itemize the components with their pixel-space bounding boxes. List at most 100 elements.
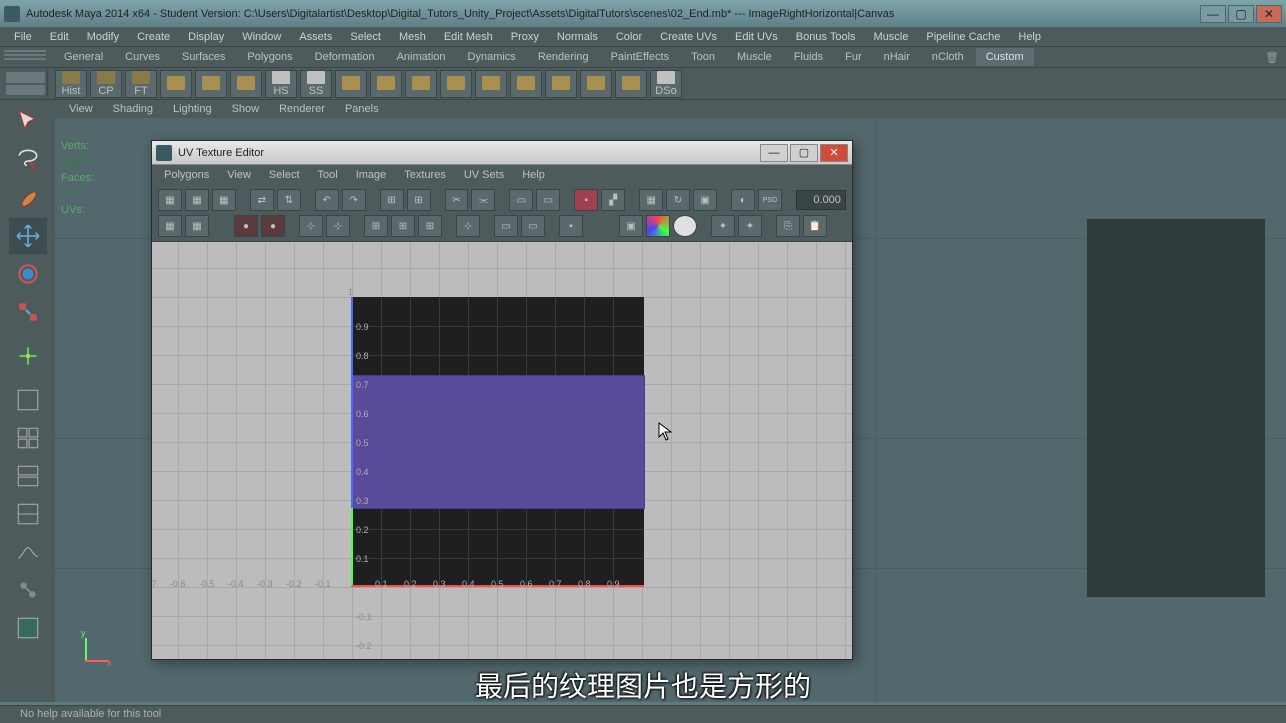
rotate-tool[interactable] (9, 256, 47, 292)
tab-muscle[interactable]: Muscle (727, 48, 782, 66)
menu-color[interactable]: Color (608, 29, 650, 45)
uv-btn-r2-5[interactable]: ⊹ (299, 215, 323, 237)
uv-btn-paste[interactable]: 📋 (803, 215, 827, 237)
shelf-btn-12[interactable] (440, 70, 472, 98)
tab-rendering[interactable]: Rendering (528, 48, 599, 66)
shelf-handle[interactable] (0, 47, 50, 67)
uvmenu-select[interactable]: Select (261, 167, 308, 183)
uv-btn-layout1[interactable]: ▭ (509, 189, 533, 211)
menu-mesh[interactable]: Mesh (391, 29, 434, 45)
layout-hypershade[interactable] (9, 572, 47, 608)
uv-btn-flip-v[interactable]: ⇅ (277, 189, 301, 211)
tab-curves[interactable]: Curves (115, 48, 170, 66)
uv-minimize-button[interactable]: — (760, 144, 788, 162)
shelf-btn-4[interactable] (160, 70, 192, 98)
shelf-btn-15[interactable] (545, 70, 577, 98)
uvmenu-polygons[interactable]: Polygons (156, 167, 217, 183)
menu-bonustools[interactable]: Bonus Tools (788, 29, 864, 45)
layout-graph[interactable] (9, 534, 47, 570)
uv-btn-r2-9[interactable]: ⊞ (418, 215, 442, 237)
tab-custom[interactable]: Custom (976, 48, 1034, 66)
menu-display[interactable]: Display (180, 29, 232, 45)
paint-select-tool[interactable] (9, 180, 47, 216)
scene-object[interactable] (1086, 218, 1266, 598)
uv-btn-r2-11[interactable]: ▭ (494, 215, 518, 237)
tab-nhair[interactable]: nHair (874, 48, 920, 66)
uv-btn-r2-13[interactable]: ▪ (559, 215, 583, 237)
minimize-button[interactable]: — (1200, 5, 1226, 23)
maximize-button[interactable]: ▢ (1228, 5, 1254, 23)
uv-btn-refresh[interactable]: ↻ (666, 189, 690, 211)
uv-btn-align2[interactable]: ⊞ (407, 189, 431, 211)
shelf-btn-14[interactable] (510, 70, 542, 98)
uv-canvas[interactable]: 0.90.80.70.60.50.40.30.20.10.10.20.30.40… (152, 242, 852, 659)
uv-btn-r2-16[interactable]: ✦ (738, 215, 762, 237)
uvmenu-help[interactable]: Help (514, 167, 553, 183)
menu-normals[interactable]: Normals (549, 29, 606, 45)
menu-pipelinecache[interactable]: Pipeline Cache (918, 29, 1008, 45)
uv-btn-copy[interactable]: ⎘ (776, 215, 800, 237)
layout-single[interactable] (9, 382, 47, 418)
uvmenu-image[interactable]: Image (348, 167, 395, 183)
uv-btn-grid3[interactable]: ▦ (212, 189, 236, 211)
uv-btn-r2-8[interactable]: ⊞ (391, 215, 415, 237)
select-tool[interactable] (9, 104, 47, 140)
shelf-btn-hs[interactable]: HS (265, 70, 297, 98)
tab-ncloth[interactable]: nCloth (922, 48, 974, 66)
uv-btn-snap[interactable]: ▣ (693, 189, 717, 211)
shelf-trash-icon[interactable]: 🗑 (1262, 47, 1282, 67)
uvmenu-tool[interactable]: Tool (310, 167, 346, 183)
shelf-btn-9[interactable] (335, 70, 367, 98)
tab-animation[interactable]: Animation (387, 48, 456, 66)
menu-select[interactable]: Select (342, 29, 389, 45)
menu-createuvs[interactable]: Create UVs (652, 29, 725, 45)
shelf-grip[interactable] (4, 70, 48, 97)
tab-painteffects[interactable]: PaintEffects (601, 48, 680, 66)
uv-value-input[interactable] (796, 190, 846, 210)
shelf-btn-13[interactable] (475, 70, 507, 98)
tab-toon[interactable]: Toon (681, 48, 725, 66)
close-button[interactable]: ✕ (1256, 5, 1282, 23)
vmenu-show[interactable]: Show (224, 102, 268, 116)
uv-selected-shell[interactable] (352, 376, 644, 508)
uv-texture-editor-window[interactable]: UV Texture Editor — ▢ ✕ Polygons View Se… (151, 140, 853, 660)
vmenu-shading[interactable]: Shading (105, 102, 161, 116)
uv-btn-gridtoggle[interactable]: ▦ (639, 189, 663, 211)
menu-create[interactable]: Create (129, 29, 178, 45)
uv-btn-r2-alpha[interactable] (673, 215, 697, 237)
uv-btn-r2-4[interactable]: ● (261, 215, 285, 237)
uv-btn-r2-7[interactable]: ⊞ (364, 215, 388, 237)
tab-polygons[interactable]: Polygons (237, 48, 302, 66)
menu-window[interactable]: Window (234, 29, 289, 45)
uv-btn-r2-rgb[interactable] (646, 215, 670, 237)
tab-surfaces[interactable]: Surfaces (172, 48, 235, 66)
scale-tool[interactable] (9, 294, 47, 330)
tab-dynamics[interactable]: Dynamics (458, 48, 526, 66)
layout-persp[interactable] (9, 458, 47, 494)
shelf-btn-16[interactable] (580, 70, 612, 98)
uvmenu-textures[interactable]: Textures (396, 167, 454, 183)
vmenu-lighting[interactable]: Lighting (165, 102, 220, 116)
uv-btn-r2-1[interactable]: ▦ (158, 215, 182, 237)
uv-btn-r2-12[interactable]: ▭ (521, 215, 545, 237)
shelf-btn-cp[interactable]: CP (90, 70, 122, 98)
shelf-btn-6[interactable] (230, 70, 262, 98)
vmenu-panels[interactable]: Panels (337, 102, 387, 116)
shelf-btn-ft[interactable]: FT (125, 70, 157, 98)
tab-general[interactable]: General (54, 48, 113, 66)
uv-title-bar[interactable]: UV Texture Editor — ▢ ✕ (152, 141, 852, 165)
shelf-btn-dso[interactable]: DSo (650, 70, 682, 98)
uv-btn-r2-10[interactable]: ⊹ (456, 215, 480, 237)
uv-btn-r2-3[interactable]: ● (234, 215, 258, 237)
shelf-btn-hist[interactable]: Hist (55, 70, 87, 98)
menu-help[interactable]: Help (1010, 29, 1049, 45)
menu-assets[interactable]: Assets (291, 29, 340, 45)
lasso-tool[interactable] (9, 142, 47, 178)
uv-btn-rotccw[interactable]: ↶ (315, 189, 339, 211)
uv-btn-r2-15[interactable]: ✦ (711, 215, 735, 237)
layout-script[interactable] (9, 610, 47, 646)
uv-btn-align1[interactable]: ⊞ (380, 189, 404, 211)
uv-btn-r2-6[interactable]: ⊹ (326, 215, 350, 237)
shelf-btn-17[interactable] (615, 70, 647, 98)
uv-btn-layout2[interactable]: ▭ (536, 189, 560, 211)
